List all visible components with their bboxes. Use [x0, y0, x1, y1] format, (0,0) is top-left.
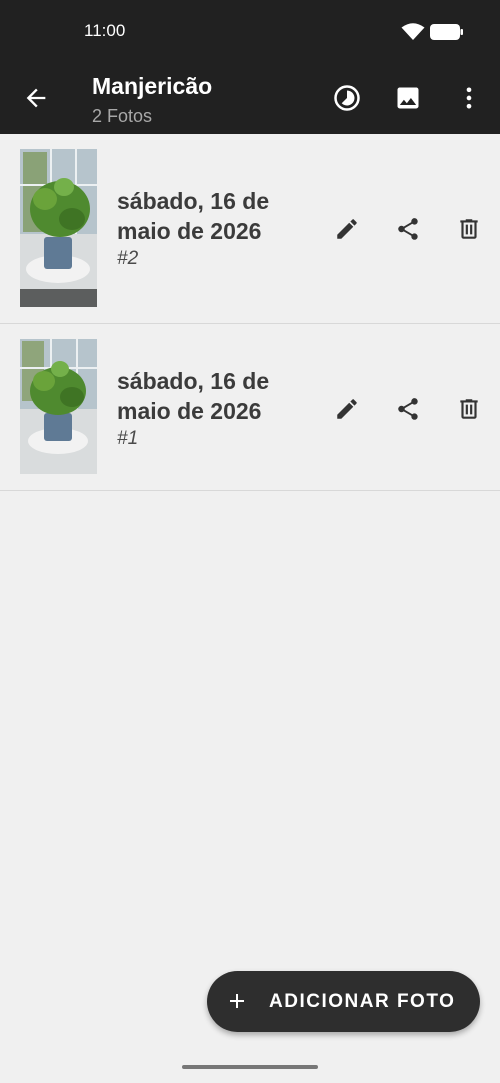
wifi-icon [401, 23, 425, 46]
edit-icon[interactable] [332, 394, 362, 424]
status-bar: 11:00 [0, 0, 500, 62]
photo-list: sábado, 16 de maio de 2026 #2 sábado, 16… [0, 134, 500, 491]
more-vert-icon[interactable] [453, 82, 485, 114]
battery-icon [430, 24, 463, 40]
photo-number: #1 [117, 428, 139, 449]
list-item[interactable]: sábado, 16 de maio de 2026 #1 [0, 324, 500, 491]
timelapse-icon[interactable] [331, 82, 363, 114]
add-photo-label: ADICIONAR FOTO [269, 991, 456, 1012]
photo-thumbnail[interactable] [20, 339, 97, 474]
gesture-nav-handle[interactable] [182, 1065, 318, 1069]
list-item[interactable]: sábado, 16 de maio de 2026 #2 [0, 134, 500, 324]
photo-thumbnail[interactable] [20, 149, 97, 307]
photo-number: #2 [117, 248, 139, 269]
back-arrow-icon[interactable] [22, 84, 50, 112]
status-time: 11:00 [84, 21, 126, 40]
delete-icon[interactable] [454, 394, 484, 424]
page-title: Manjericão [92, 73, 213, 99]
delete-icon[interactable] [454, 214, 484, 244]
photo-date: sábado, 16 de maio de 2026 [117, 368, 270, 424]
photo-date: sábado, 16 de maio de 2026 [117, 188, 270, 244]
edit-icon[interactable] [332, 214, 362, 244]
app-bar: Manjericão 2 Fotos [0, 62, 500, 134]
add-photo-button[interactable]: ADICIONAR FOTO [207, 971, 480, 1032]
plus-icon [225, 989, 249, 1013]
share-icon[interactable] [393, 394, 423, 424]
share-icon[interactable] [393, 214, 423, 244]
image-icon[interactable] [392, 82, 424, 114]
photo-count: 2 Fotos [92, 106, 153, 126]
